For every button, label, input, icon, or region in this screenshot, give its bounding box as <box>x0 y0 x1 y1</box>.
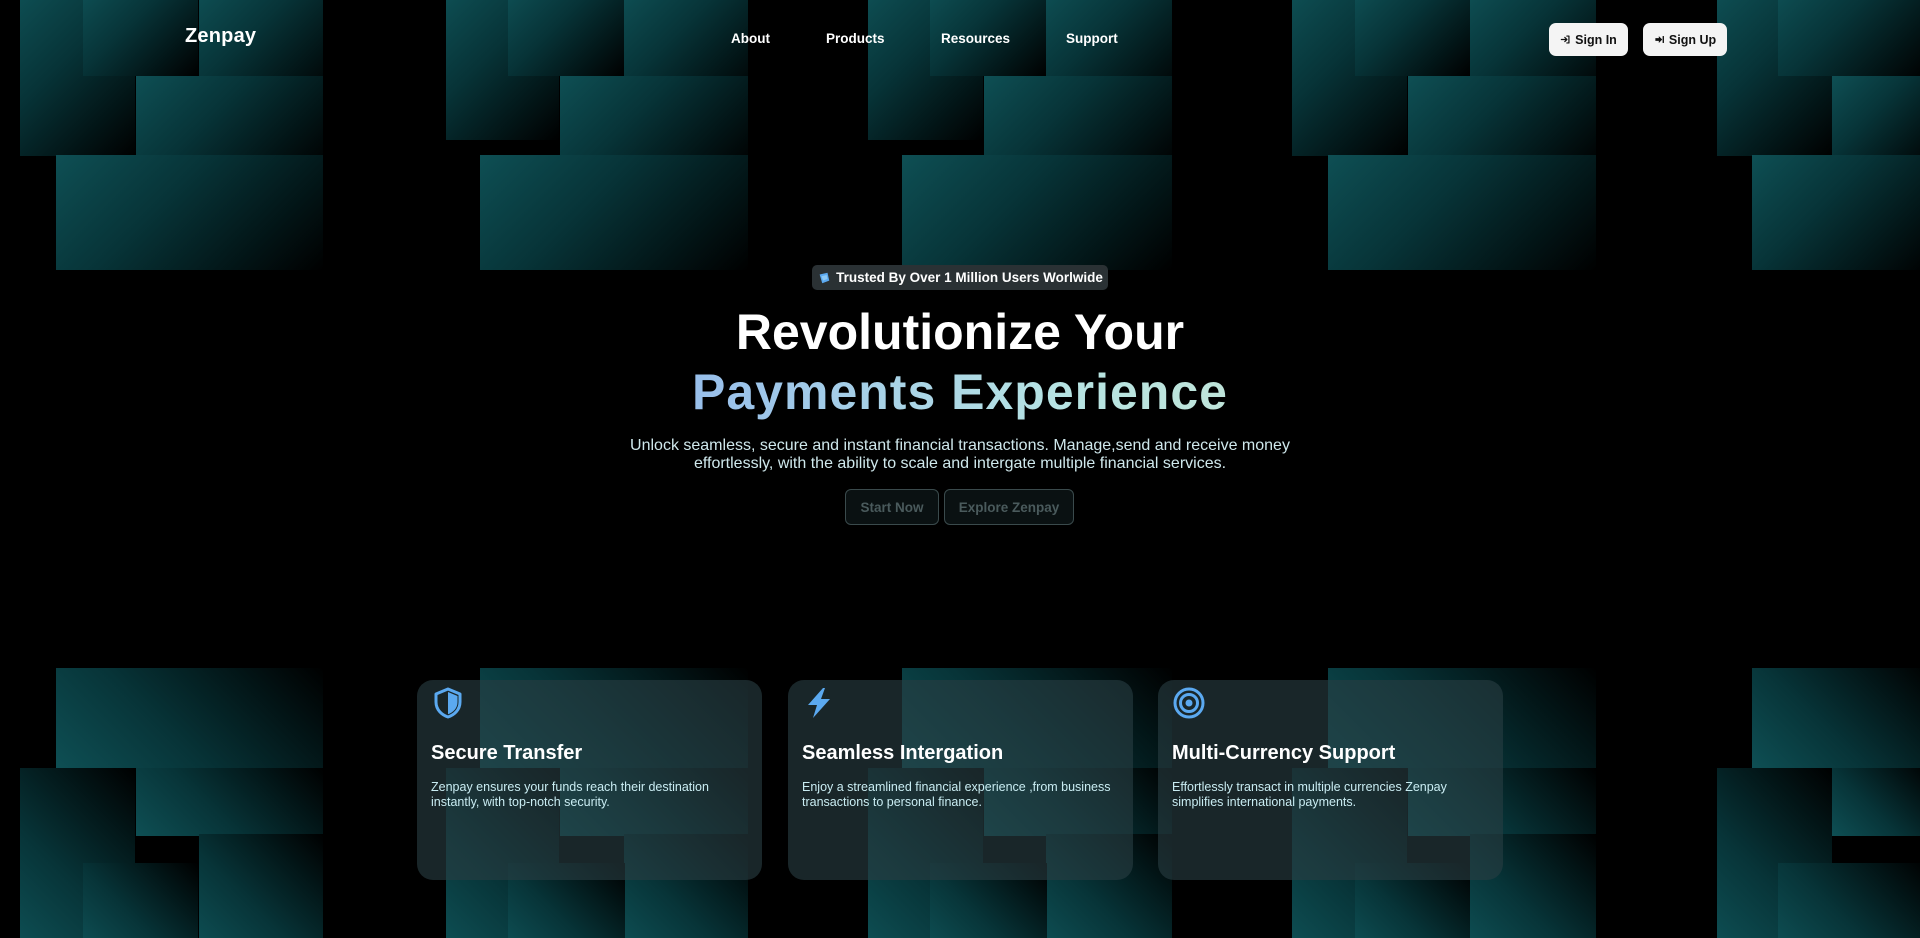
sign-up-icon <box>1655 36 1664 43</box>
navbar: Zenpay About Products Resources Support … <box>0 0 1920 78</box>
sign-in-button[interactable]: Sign In <box>1549 23 1628 56</box>
feature-description: Effortlessly transact in multiple curren… <box>1172 780 1447 809</box>
nav-link-about[interactable]: About <box>731 31 770 46</box>
nav-link-resources[interactable]: Resources <box>941 31 1010 46</box>
trust-badge: Trusted By Over 1 Million Users Worlwide <box>812 265 1108 290</box>
sign-up-button[interactable]: Sign Up <box>1643 23 1727 56</box>
feature-card-seamless-integration: Seamless Intergation Enjoy a streamlined… <box>788 680 1133 880</box>
lightning-icon <box>808 688 830 718</box>
hero-subtitle: Unlock seamless, secure and instant fina… <box>630 437 1290 472</box>
nav-link-support[interactable]: Support <box>1066 31 1118 46</box>
feature-title: Secure Transfer <box>431 742 583 764</box>
feature-description: Zenpay ensures your funds reach their de… <box>431 780 709 809</box>
badge-star-icon <box>819 272 830 283</box>
landing-page: Zenpay About Products Resources Support … <box>0 0 1920 938</box>
feature-card-multi-currency: Multi-Currency Support Effortlessly tran… <box>1158 680 1503 880</box>
start-now-button[interactable]: Start Now <box>845 489 939 525</box>
hero-title-line1: Revolutionize Your <box>735 304 1185 360</box>
hero-title: Revolutionize Your Payments Experience <box>0 302 1920 422</box>
shield-icon <box>434 687 462 719</box>
target-icon <box>1173 687 1205 719</box>
feature-card-secure-transfer: Secure Transfer Zenpay ensures your fund… <box>417 680 762 880</box>
sign-up-label: Sign Up <box>1668 32 1717 47</box>
nav-link-products[interactable]: Products <box>826 31 885 46</box>
feature-description: Enjoy a streamlined financial experience… <box>802 780 1111 809</box>
explore-zenpay-button[interactable]: Explore Zenpay <box>944 489 1074 525</box>
brand-logo[interactable]: Zenpay <box>185 25 256 48</box>
feature-title: Multi-Currency Support <box>1172 742 1396 764</box>
sign-in-icon <box>1560 35 1570 44</box>
sign-in-label: Sign In <box>1575 32 1617 47</box>
hero-title-line2: Payments Experience <box>0 362 1920 422</box>
trust-badge-text: Trusted By Over 1 Million Users Worlwide <box>836 270 1103 285</box>
feature-title: Seamless Intergation <box>802 742 1004 764</box>
